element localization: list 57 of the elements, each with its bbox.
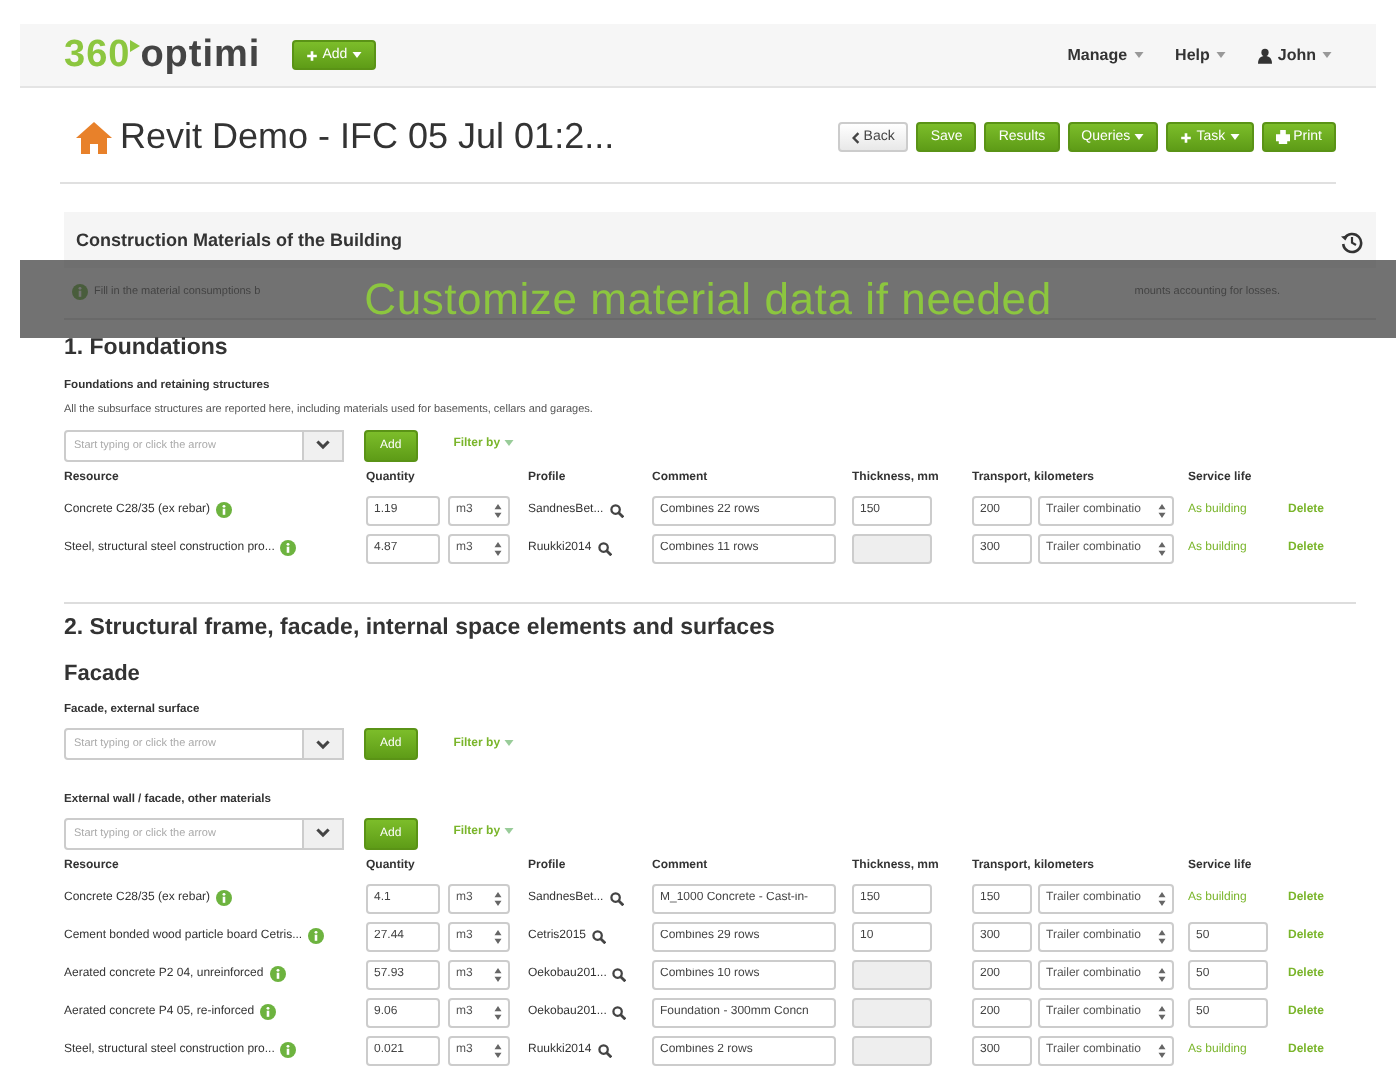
search-icon[interactable] (612, 967, 627, 982)
home-icon (76, 121, 112, 153)
menu-link[interactable]: Manage (1067, 43, 1144, 67)
up-down-arrows-icon (1158, 1043, 1166, 1058)
up-down-arrows-icon (494, 541, 502, 556)
caret-icon (351, 52, 362, 58)
menu-link[interactable]: John (1257, 43, 1332, 67)
chevron-down-icon (316, 828, 330, 839)
search-icon[interactable] (597, 1043, 612, 1058)
info-icon (260, 1004, 277, 1021)
dropdown-button[interactable] (304, 817, 344, 850)
caret-icon (1133, 52, 1144, 58)
menu-link[interactable]: Help (1175, 43, 1226, 67)
info-icon (269, 966, 286, 983)
up-down-arrows-icon (494, 1005, 502, 1020)
plus-icon (306, 49, 319, 61)
plus-icon (1180, 131, 1193, 143)
up-down-arrows-icon (1158, 967, 1166, 982)
section-heading: 2. Structural frame, facade, internal space elements and surfaces (64, 613, 777, 644)
page-title: Revit Demo - IFC 05 Jul 01:2... (120, 114, 615, 160)
search-icon[interactable] (592, 929, 607, 944)
chevron-left-icon (851, 131, 860, 143)
dropdown-button[interactable] (304, 429, 344, 462)
search-icon[interactable] (609, 503, 624, 518)
info-icon (280, 540, 297, 557)
search-icon[interactable] (597, 541, 612, 556)
up-down-arrows-icon (1158, 929, 1166, 944)
up-down-arrows-icon (1158, 503, 1166, 518)
user-icon (1257, 47, 1272, 63)
caret-icon (503, 440, 514, 447)
caret-icon (1215, 52, 1226, 58)
up-down-arrows-icon (1158, 541, 1166, 556)
caret-icon (1322, 52, 1332, 58)
triangle-icon (130, 40, 141, 52)
chevron-down-icon (316, 739, 330, 750)
caret-icon (503, 739, 514, 746)
history-icon[interactable] (1340, 229, 1364, 254)
search-icon[interactable] (609, 891, 624, 906)
section-heading: 1. Foundations (64, 333, 230, 363)
search-icon[interactable] (612, 1005, 627, 1020)
info-icon (308, 928, 325, 945)
up-down-arrows-icon (494, 503, 502, 518)
info-icon (216, 890, 233, 907)
info-icon (280, 1042, 297, 1059)
panel-title: Construction Materials of the Building (76, 228, 403, 254)
up-down-arrows-icon (1158, 891, 1166, 906)
caret-icon (503, 828, 514, 835)
info-icon (216, 502, 233, 519)
dropdown-button[interactable] (304, 728, 344, 761)
logo[interactable]: 360 optimi (64, 36, 261, 74)
up-down-arrows-icon (494, 929, 502, 944)
up-down-arrows-icon (494, 891, 502, 906)
up-down-arrows-icon (494, 1043, 502, 1058)
up-down-arrows-icon (494, 967, 502, 982)
up-down-arrows-icon (1158, 1005, 1166, 1020)
subsection-heading: Facade (64, 659, 142, 690)
chevron-down-icon (316, 440, 330, 451)
